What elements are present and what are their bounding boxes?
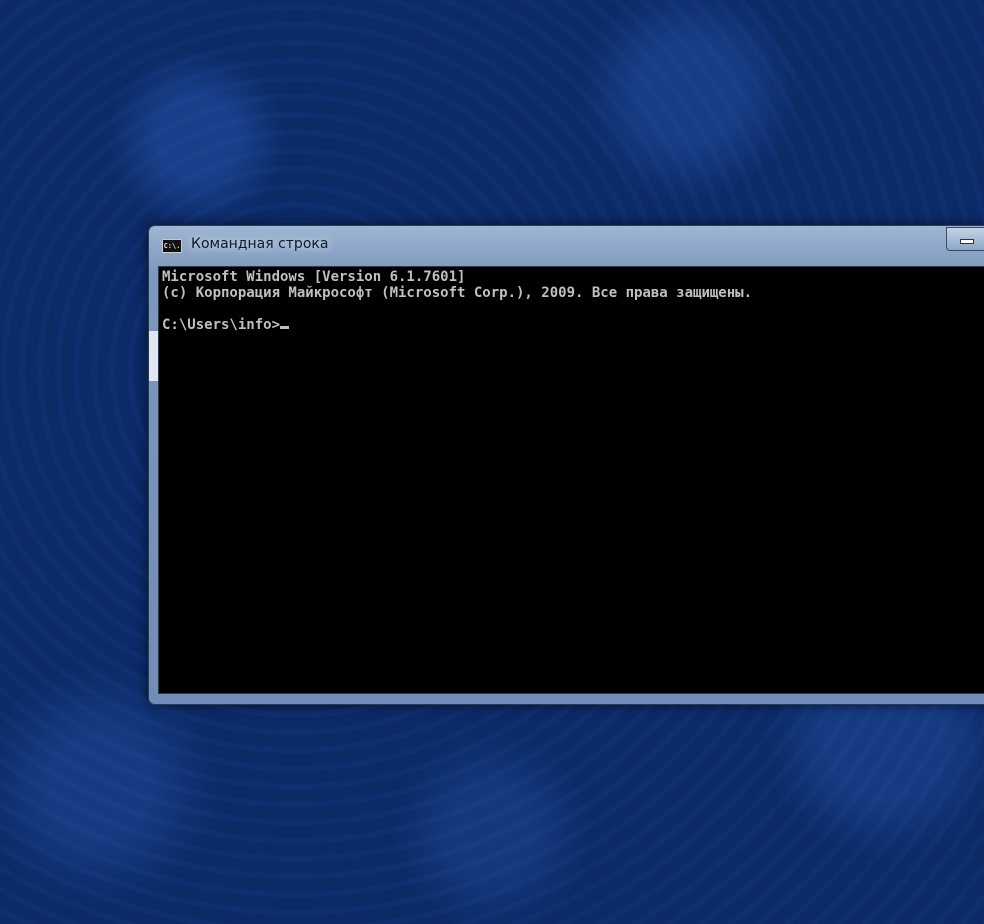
- console-line: Microsoft Windows [Version 6.1.7601]: [162, 269, 466, 285]
- cmd-icon[interactable]: C:\.: [162, 239, 182, 253]
- minimize-icon: [960, 239, 974, 244]
- prompt: C:\Users\info>: [162, 317, 281, 333]
- console-line: (c) Корпорация Майкрософт (Microsoft Cor…: [162, 285, 753, 301]
- title-bar[interactable]: C:\. Командная строка: [149, 226, 984, 266]
- window-title: Командная строка: [191, 236, 329, 252]
- cmd-window[interactable]: C:\. Командная строка Microsoft Windows …: [148, 225, 984, 705]
- console-output[interactable]: Microsoft Windows [Version 6.1.7601] (c) …: [158, 266, 984, 694]
- window-frame-highlight: [149, 331, 158, 381]
- minimize-button[interactable]: [946, 227, 984, 251]
- prompt-line[interactable]: C:\Users\info>: [162, 317, 984, 333]
- text-cursor: [280, 326, 290, 329]
